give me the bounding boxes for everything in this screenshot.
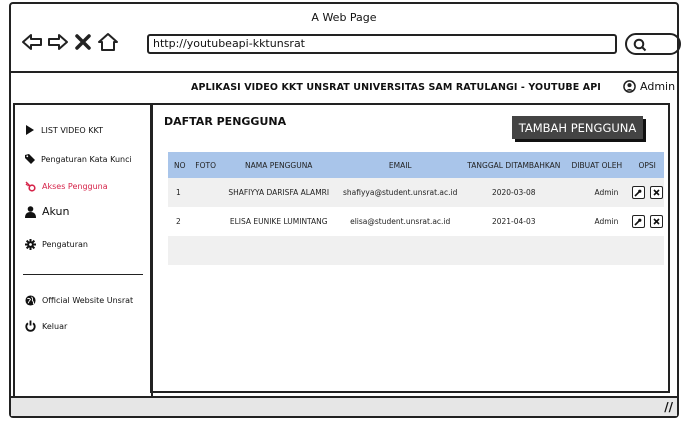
table-row: 2 ELISA EUNIKE LUMINTANG elisa@student.u…	[168, 207, 664, 236]
column-header[interactable]: FOTO	[190, 161, 222, 170]
resize-grip-icon[interactable]: //	[664, 400, 673, 414]
sidebar-item-list-video[interactable]: LIST VIDEO KKT	[25, 125, 103, 135]
section-title: DAFTAR PENGGUNA	[164, 115, 287, 128]
close-icon[interactable]	[74, 30, 92, 54]
delete-button[interactable]	[649, 186, 663, 199]
table-row: 1 SHAFIYYA DARISFA ALAMRI shafiyya@stude…	[168, 178, 664, 207]
row-actions	[630, 186, 664, 199]
window-title: A Web Page	[311, 11, 377, 24]
wrench-icon	[634, 218, 642, 226]
user-circle-icon	[623, 80, 636, 93]
column-header[interactable]: OPSI	[630, 161, 664, 170]
user-menu[interactable]: Admin	[623, 80, 675, 93]
column-header[interactable]: NAMA PENGGUNA	[221, 161, 336, 170]
row-name: SHAFIYYA DARISFA ALAMRI	[228, 188, 330, 197]
row-email: elisa@student.unsrat.ac.id	[350, 217, 451, 226]
browser-window: A Web Page http://youtubeapi-kktunsrat A…	[9, 2, 681, 418]
home-icon[interactable]	[97, 30, 119, 54]
sidebar-item-label: Akun	[42, 205, 70, 218]
gear-icon	[25, 239, 36, 250]
delete-button[interactable]	[649, 215, 663, 228]
sidebar-divider	[23, 274, 143, 275]
forward-arrow-icon[interactable]	[47, 30, 69, 54]
back-arrow-icon[interactable]	[21, 30, 43, 54]
column-header[interactable]: DIBUAT OLEH	[563, 161, 630, 170]
sidebar-item-akses-pengguna[interactable]: Akses Pengguna	[25, 181, 108, 192]
sidebar-item-label: Official Website Unsrat	[42, 296, 134, 305]
row-date: 2020-03-08	[491, 188, 536, 197]
user-table: NO FOTO NAMA PENGGUNA EMAIL TANGGAL DITA…	[168, 152, 664, 265]
user-name: Admin	[640, 80, 676, 93]
row-created-by: Admin	[594, 188, 619, 197]
row-number: 1	[176, 188, 181, 197]
row-actions	[630, 215, 664, 228]
row-email: shafiyya@student.unsrat.ac.id	[343, 188, 458, 197]
column-header[interactable]: NO	[168, 161, 190, 170]
user-icon	[25, 205, 36, 218]
column-header[interactable]: TANGGAL DITAMBAHKAN	[464, 161, 563, 170]
edit-button[interactable]	[631, 186, 645, 199]
close-icon	[653, 189, 660, 196]
sidebar-item-pengaturan[interactable]: Pengaturan	[25, 239, 88, 250]
column-header[interactable]: EMAIL	[336, 161, 464, 170]
sidebar-item-label: Pengaturan Kata Kunci	[41, 154, 132, 164]
table-header: NO FOTO NAMA PENGGUNA EMAIL TANGGAL DITA…	[168, 152, 664, 178]
tag-icon	[25, 154, 35, 164]
close-icon	[653, 218, 660, 225]
sidebar: LIST VIDEO KKT Pengaturan Kata Kunci Aks…	[13, 103, 153, 402]
sidebar-item-kata-kunci[interactable]: Pengaturan Kata Kunci	[25, 154, 132, 164]
search-icon	[633, 38, 647, 52]
url-bar[interactable]: http://youtubeapi-kktunsrat	[147, 34, 617, 54]
table-row-empty	[168, 236, 664, 265]
search-field[interactable]	[625, 33, 681, 55]
sidebar-item-label: LIST VIDEO KKT	[41, 125, 103, 135]
power-icon	[25, 320, 36, 332]
sidebar-item-label: Pengaturan	[42, 240, 88, 249]
edit-button[interactable]	[631, 215, 645, 228]
sidebar-item-akun[interactable]: Akun	[25, 205, 70, 218]
main-panel: DAFTAR PENGGUNA TAMBAH PENGGUNA NO FOTO …	[150, 103, 670, 393]
app-title: APLIKASI VIDEO KKT UNSRAT UNIVERSITAS SA…	[191, 82, 601, 93]
row-created-by: Admin	[594, 217, 619, 226]
key-icon	[25, 181, 36, 192]
sidebar-item-label: Keluar	[42, 321, 68, 331]
header-divider	[11, 71, 677, 73]
row-date: 2021-04-03	[491, 217, 536, 226]
globe-icon	[25, 295, 36, 306]
row-name: ELISA EUNIKE LUMINTANG	[229, 217, 328, 226]
sidebar-item-official-website[interactable]: Official Website Unsrat	[25, 295, 133, 306]
add-user-button[interactable]: TAMBAH PENGGUNA	[512, 116, 643, 139]
sidebar-item-label: Akses Pengguna	[42, 182, 108, 191]
play-icon	[26, 125, 34, 135]
wrench-icon	[634, 189, 642, 197]
row-number: 2	[176, 217, 181, 226]
sidebar-item-keluar[interactable]: Keluar	[25, 320, 67, 332]
status-bar: //	[11, 396, 677, 416]
